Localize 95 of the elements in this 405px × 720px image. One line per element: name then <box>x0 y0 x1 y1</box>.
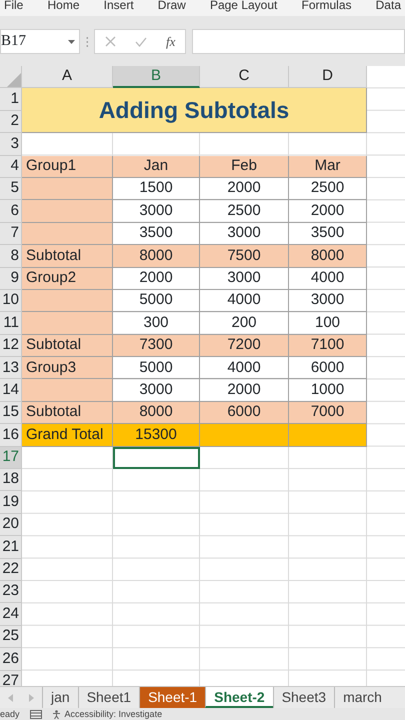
table-cell: Group2 <box>22 268 113 290</box>
column-header[interactable]: C <box>200 66 289 88</box>
table-cell: 7200 <box>200 334 289 358</box>
row-header[interactable]: 11 <box>0 312 22 335</box>
table-cell: Subtotal <box>22 245 113 268</box>
table-cell: 7500 <box>200 245 289 268</box>
row-header[interactable]: 10 <box>0 290 22 312</box>
table-cell: Subtotal <box>22 334 113 358</box>
scroll-right-icon[interactable] <box>29 694 34 702</box>
table-cell: 6000 <box>289 357 367 380</box>
table-cell: 1500 <box>113 178 200 200</box>
row-header[interactable]: 17 <box>0 446 22 470</box>
formula-input[interactable] <box>192 29 405 54</box>
menu-item[interactable]: File <box>4 0 24 16</box>
sheet-tab[interactable]: march <box>334 687 390 708</box>
menu-item[interactable]: Formulas <box>301 0 352 16</box>
row-header[interactable]: 26 <box>0 648 22 671</box>
table-cell: Feb <box>200 156 289 178</box>
dropdown-caret-icon[interactable] <box>68 40 75 44</box>
table-cell: 2000 <box>113 268 200 290</box>
column-header[interactable]: A <box>22 66 113 88</box>
table-cell: Subtotal <box>22 402 113 424</box>
row-header[interactable]: 27 <box>0 670 22 686</box>
sheet-tab[interactable]: Sheet3 <box>272 687 334 708</box>
table-cell: 7000 <box>289 402 367 424</box>
grip-icon <box>86 36 88 48</box>
row-header[interactable]: 24 <box>0 603 22 626</box>
table-cell: 8000 <box>113 245 200 268</box>
table-cell: 5000 <box>113 290 200 312</box>
table-cell: 8000 <box>113 402 200 424</box>
menu-item[interactable]: Page Layout <box>210 0 278 16</box>
scroll-left-icon[interactable] <box>8 694 13 702</box>
row-header[interactable]: 6 <box>0 200 22 223</box>
row-header[interactable]: 8 <box>0 245 22 268</box>
table-cell: Group3 <box>22 357 113 380</box>
table-cell: 2000 <box>289 200 367 223</box>
row-header[interactable]: 12 <box>0 334 22 358</box>
row-header[interactable]: 7 <box>0 222 22 246</box>
row-header[interactable]: 18 <box>0 469 22 492</box>
row-header[interactable]: 21 <box>0 536 22 559</box>
table-cell: Grand Total <box>22 424 113 447</box>
table-cell: Group1 <box>22 156 113 178</box>
table-cell: 5000 <box>113 357 200 380</box>
insert-function-button[interactable]: fx <box>166 32 176 52</box>
row-header[interactable]: 2 <box>0 110 22 134</box>
column-header[interactable]: D <box>289 66 367 88</box>
row-header[interactable]: 23 <box>0 580 22 604</box>
table-cell: 4000 <box>200 357 289 380</box>
row-header[interactable]: 22 <box>0 558 22 581</box>
sheet-tab[interactable]: Sheet-1 <box>139 687 206 708</box>
column-header[interactable]: B <box>113 66 200 88</box>
row-header[interactable]: 25 <box>0 626 22 648</box>
sheet-icon[interactable] <box>30 710 42 718</box>
active-cell[interactable] <box>113 446 200 470</box>
menu-item[interactable]: Data <box>376 0 401 16</box>
table-cell: 6000 <box>200 402 289 424</box>
name-box-text: B17 <box>1 32 26 52</box>
select-all-button[interactable] <box>0 66 22 88</box>
row-header[interactable]: 13 <box>0 357 22 380</box>
row-header[interactable]: 16 <box>0 424 22 447</box>
menu-item[interactable]: Insert <box>104 0 134 16</box>
row-header[interactable]: 4 <box>0 156 22 178</box>
row-header[interactable]: 15 <box>0 402 22 424</box>
row-header[interactable]: 19 <box>0 491 22 514</box>
table-cell: Mar <box>289 156 367 178</box>
table-cell: 3000 <box>200 268 289 290</box>
sheet-title: Adding Subtotals <box>22 88 367 134</box>
table-cell: 3000 <box>113 200 200 223</box>
table-cell: 4000 <box>200 290 289 312</box>
table-cell: 3000 <box>289 290 367 312</box>
row-header[interactable]: 5 <box>0 178 22 200</box>
checkmark-icon[interactable] <box>134 36 147 46</box>
table-cell: 7100 <box>289 334 367 358</box>
sheet-tab[interactable]: Sheet-2 <box>205 687 273 708</box>
table-cell: Jan <box>113 156 200 178</box>
table-cell: 2000 <box>200 178 289 200</box>
accessibility-status[interactable]: Accessibility: Investigate <box>52 710 162 718</box>
name-box[interactable]: B17 <box>0 29 80 54</box>
menu-item[interactable]: Home <box>47 0 80 16</box>
accessibility-icon <box>52 710 61 718</box>
table-cell: 4000 <box>289 268 367 290</box>
row-header[interactable]: 20 <box>0 514 22 536</box>
table-cell: 7300 <box>113 334 200 358</box>
table-cell: 15300 <box>113 424 200 447</box>
row-header[interactable]: 3 <box>0 133 22 156</box>
row-header[interactable]: 9 <box>0 268 22 290</box>
table-cell: 8000 <box>289 245 367 268</box>
row-header[interactable]: 1 <box>0 88 22 111</box>
cancel-icon[interactable] <box>104 36 116 47</box>
table-cell: 2500 <box>200 200 289 223</box>
menu-item[interactable]: Draw <box>158 0 186 16</box>
status-text: eady <box>0 710 20 718</box>
sheet-tab[interactable]: jan <box>42 687 78 708</box>
row-header[interactable]: 14 <box>0 379 22 402</box>
table-cell: 2500 <box>289 178 367 200</box>
